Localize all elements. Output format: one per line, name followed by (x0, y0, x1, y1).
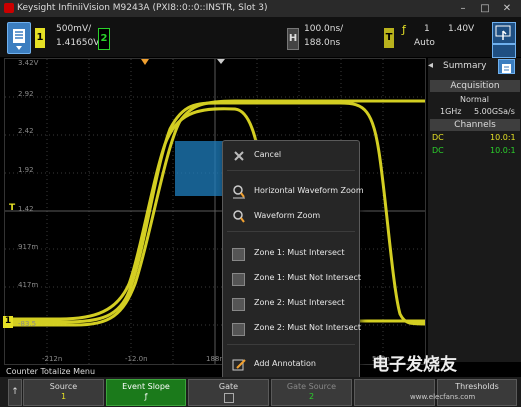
y-axis-label: 1.92 (18, 166, 34, 174)
y-axis-label: 3.42V (18, 59, 39, 67)
y-axis-label: 917m (18, 243, 39, 251)
scope-header (0, 17, 521, 57)
watermark-url: www.elecfans.com (410, 393, 476, 401)
zoom-icon (233, 210, 245, 223)
trigger-level: 1.40V (448, 24, 475, 34)
back-arrow-icon: ↑ (11, 387, 19, 397)
waveform-display (5, 59, 426, 364)
ch1-probe: 10.0:1 (490, 133, 516, 142)
zone-2-intersect-icon (232, 298, 245, 311)
time-reference-marker (217, 59, 225, 64)
bandwidth: 1GHz (440, 107, 462, 116)
measure-mode-button[interactable] (492, 44, 516, 58)
y-axis-label: 2.42 (18, 127, 34, 135)
timebase-value: 100.0ns/ (304, 24, 344, 34)
zone-1-not-intersect-icon (232, 273, 245, 286)
menu-item-zone2-must-not-intersect[interactable]: Zone 2: Must Not Intersect (223, 318, 361, 340)
x-axis-label: -212n (42, 355, 63, 363)
zone-2-not-intersect-icon (232, 323, 245, 336)
context-menu: Cancel Horizontal Waveform Zoom Waveform… (222, 140, 364, 382)
trigger-slope-icon: ƒ (402, 23, 406, 36)
channels-header: Channels (430, 119, 520, 131)
ch1-scale: 500mV/ (56, 24, 92, 34)
menu-separator (227, 344, 355, 345)
list-icon (502, 64, 511, 73)
menu-item-horizontal-waveform-zoom[interactable]: Horizontal Waveform Zoom (223, 181, 364, 203)
menu-item-zone1-must-not-intersect[interactable]: Zone 1: Must Not Intersect (223, 268, 361, 290)
touch-icon (495, 25, 511, 40)
summary-tab[interactable]: Summary (443, 61, 487, 71)
app-icon (4, 3, 14, 13)
window-title-bar: Keysight InfiniiVision M9243A (PXI8::0::… (0, 0, 521, 17)
panel-menu-button[interactable] (498, 59, 515, 74)
active-menu-title: Counter Totalize Menu (6, 367, 96, 376)
waveform-graticule[interactable] (4, 58, 426, 365)
menu-item-cancel[interactable]: Cancel (223, 145, 359, 167)
ch1-offset: 1.41650V (56, 38, 100, 48)
channel-2-button[interactable]: 2 (98, 28, 110, 50)
menu-item-waveform-zoom[interactable]: Waveform Zoom (223, 206, 359, 228)
acquisition-mode: Normal (460, 95, 489, 104)
y-axis-label: 1.42 (18, 205, 34, 213)
ch2-probe: 10.0:1 (490, 146, 516, 155)
y-axis-label: 417m (18, 281, 39, 289)
watermark-logo: 电子发烧友 (372, 355, 457, 375)
back-button[interactable]: ↑ (8, 379, 22, 406)
ch1-coupling: DC (432, 133, 444, 142)
gate-checkbox[interactable] (223, 393, 234, 403)
menu-item-add-annotation[interactable]: Add Annotation (223, 354, 359, 376)
ch2-coupling: DC (432, 146, 444, 155)
collapse-panel-icon[interactable]: ◂ (428, 60, 433, 71)
horizontal-button[interactable]: H (287, 28, 299, 50)
horizontal-delay: 188.0ns (304, 38, 341, 48)
channel-1-button[interactable]: 1 (35, 28, 45, 48)
maximize-button[interactable]: □ (474, 2, 496, 15)
ch1-ground-marker[interactable]: 1 (3, 316, 13, 328)
trigger-button[interactable]: T (384, 28, 394, 48)
softkey-gate-source[interactable]: Gate Source 2 (271, 379, 352, 406)
softkey-event-slope[interactable]: Event Slope ƒ (106, 379, 186, 406)
window-title: Keysight InfiniiVision M9243A (PXI8::0::… (17, 3, 268, 13)
menu-separator (227, 231, 355, 232)
annotation-icon (232, 359, 246, 371)
close-window-button[interactable]: ✕ (496, 2, 518, 15)
trigger-source: 1 (424, 24, 430, 34)
close-icon (234, 151, 244, 161)
softkey-gate[interactable]: Gate (188, 379, 269, 406)
menu-item-zone1-must-intersect[interactable]: Zone 1: Must Intersect (223, 243, 359, 265)
y-axis-label: 2.92 (18, 90, 34, 98)
sample-rate: 5.00GSa/s (474, 107, 515, 116)
zoom-selection-box[interactable] (175, 141, 223, 196)
minimize-button[interactable]: – (452, 2, 474, 15)
menu-separator (227, 170, 355, 171)
menu-item-zone2-must-intersect[interactable]: Zone 2: Must Intersect (223, 293, 359, 315)
acquisition-header: Acquisition (430, 80, 520, 92)
trigger-position-marker (141, 59, 149, 65)
menu-icon (13, 29, 25, 50)
x-axis-label: -12.0n (125, 355, 148, 363)
zone-1-intersect-icon (232, 248, 245, 261)
main-menu-button[interactable] (7, 22, 31, 54)
y-axis-label: -83.5 (18, 320, 37, 328)
trigger-level-marker[interactable]: T (9, 203, 15, 213)
zoom-horizontal-icon (233, 185, 245, 199)
softkey-source[interactable]: Source 1 (23, 379, 104, 406)
trigger-mode: Auto (414, 38, 435, 48)
touch-mode-button[interactable] (492, 22, 516, 44)
